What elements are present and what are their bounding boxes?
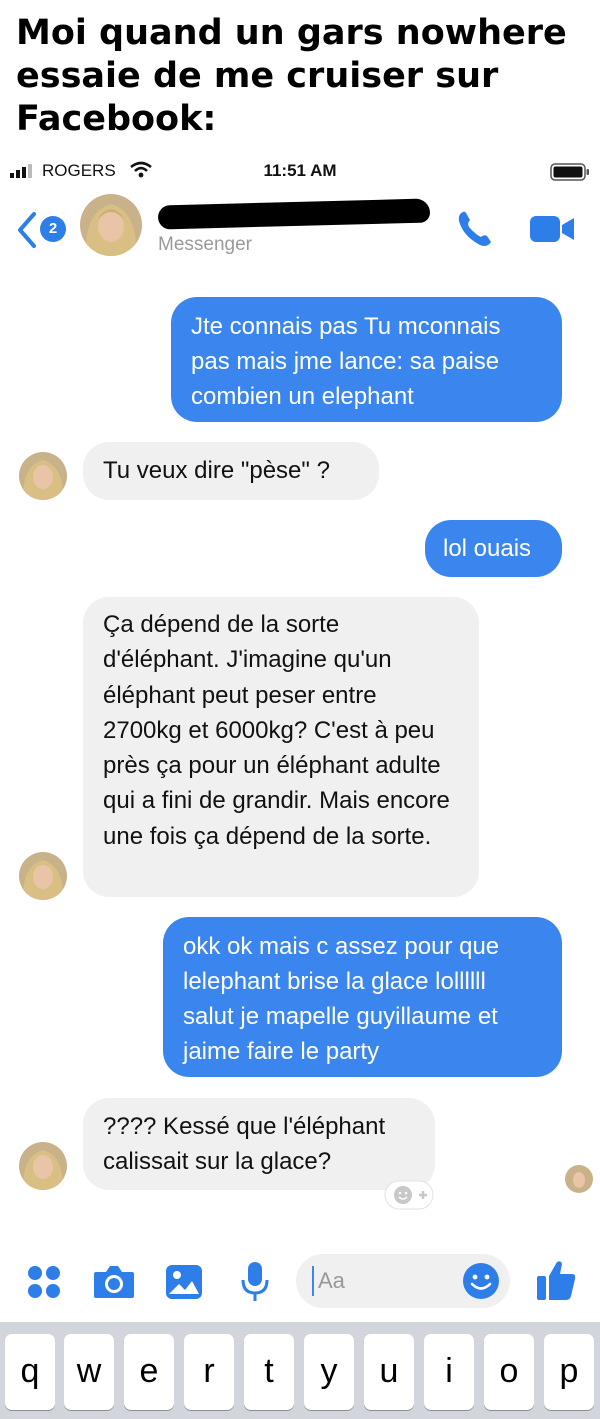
camera-icon[interactable] — [92, 1262, 136, 1300]
text-cursor — [312, 1266, 314, 1296]
contact-avatar-small[interactable] — [19, 852, 67, 900]
phone-icon[interactable] — [454, 208, 496, 250]
message-input[interactable]: Aa — [296, 1254, 510, 1308]
back-chevron-icon[interactable] — [14, 210, 38, 250]
key-y[interactable]: y — [304, 1334, 354, 1410]
battery-icon — [550, 163, 589, 181]
header-subtitle: Messenger — [158, 234, 252, 255]
key-t[interactable]: t — [244, 1334, 294, 1410]
outgoing-message: Jte connais pas Tu mconnais pas mais jme… — [171, 297, 562, 422]
contact-avatar[interactable] — [80, 194, 142, 256]
key-o[interactable]: o — [484, 1334, 534, 1410]
apps-icon[interactable] — [26, 1264, 62, 1300]
key-e[interactable]: e — [124, 1334, 174, 1410]
unread-count-badge[interactable]: 2 — [40, 216, 66, 242]
thumbs-up-icon[interactable] — [535, 1258, 577, 1302]
contact-avatar-small[interactable] — [19, 452, 67, 500]
key-i[interactable]: i — [424, 1334, 474, 1410]
incoming-message: Tu veux dire "pèse" ? — [83, 442, 379, 500]
message-input-placeholder: Aa — [318, 1268, 345, 1293]
video-camera-icon[interactable] — [528, 214, 576, 244]
redacted-contact-name — [157, 198, 431, 230]
gallery-icon[interactable] — [165, 1264, 203, 1300]
key-w[interactable]: w — [64, 1334, 114, 1410]
status-bar: ROGERS 11:51 AM — [0, 155, 600, 187]
add-reaction-icon[interactable] — [384, 1180, 434, 1210]
incoming-message: Ça dépend de la sorte d'éléphant. J'imag… — [83, 597, 479, 897]
keyboard: q w e r t y u i o p — [0, 1322, 600, 1419]
key-r[interactable]: r — [184, 1334, 234, 1410]
key-u[interactable]: u — [364, 1334, 414, 1410]
read-receipt-avatar — [565, 1165, 593, 1193]
message-composer: Aa — [0, 1248, 600, 1320]
key-q[interactable]: q — [5, 1334, 55, 1410]
status-time: 11:51 AM — [263, 161, 337, 180]
outgoing-message: okk ok mais c assez pour que lelephant b… — [163, 917, 562, 1077]
contact-avatar-small[interactable] — [19, 1142, 67, 1190]
key-p[interactable]: p — [544, 1334, 594, 1410]
outgoing-message: lol ouais — [425, 520, 562, 577]
conversation-header: 2 Messenger — [0, 188, 600, 270]
emoji-icon[interactable] — [462, 1262, 500, 1300]
microphone-icon[interactable] — [240, 1260, 270, 1304]
incoming-message: ???? Kessé que l'éléphant calissait sur … — [83, 1098, 435, 1190]
meme-caption: Moi quand un gars nowhere essaie de me c… — [16, 13, 567, 139]
